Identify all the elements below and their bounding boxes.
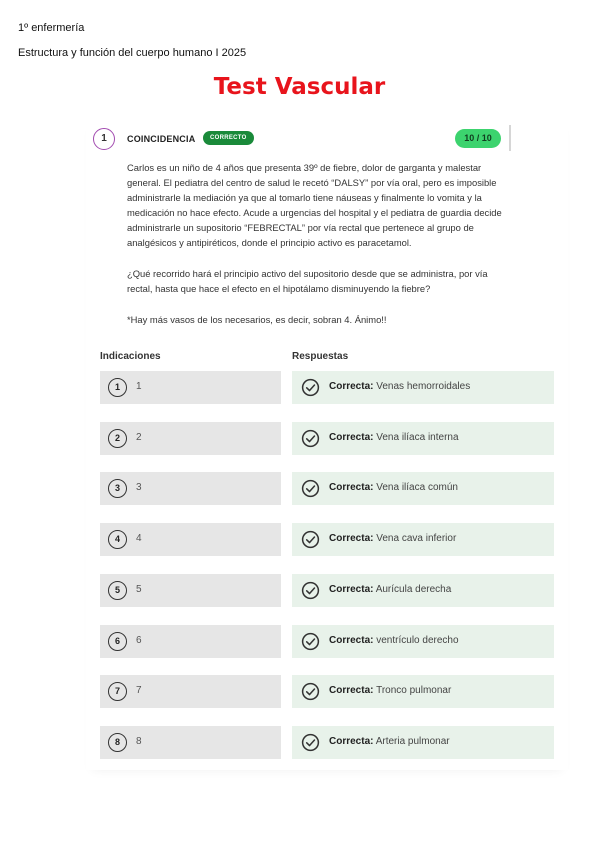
page-title: Test Vascular <box>213 74 386 100</box>
check-circle-icon <box>301 682 320 701</box>
indication-number-circle: 6 <box>108 632 127 651</box>
indication-number-circle: 2 <box>108 429 127 448</box>
indication-label: 8 <box>136 736 142 747</box>
status-badge: CORRECTO <box>203 131 254 145</box>
answer-value: ventrículo derecho <box>376 635 459 646</box>
question-paragraph-case: Carlos es un niño de 4 años que presenta… <box>127 162 502 248</box>
answer-text: Correcta: Vena ilíaca común <box>329 482 458 493</box>
indication-row: 33 <box>100 472 281 505</box>
indication-row: 77 <box>100 675 281 708</box>
indication-label: 6 <box>136 635 142 646</box>
check-circle-icon <box>301 530 320 549</box>
answer-row: Correcta: Venas hemorroidales <box>292 371 554 404</box>
answer-value: Vena ilíaca común <box>376 482 458 493</box>
answer-value: Arteria pulmonar <box>375 736 450 747</box>
answers-header: Respuestas <box>292 351 349 362</box>
indication-label: 3 <box>136 482 142 493</box>
score-divider <box>509 125 511 151</box>
answer-row: Correcta: Tronco pulmonar <box>292 675 554 708</box>
answer-value: Vena cava inferior <box>376 533 457 544</box>
check-circle-icon <box>301 429 320 448</box>
correct-label: Correcta: <box>329 381 374 392</box>
indication-label: 7 <box>136 685 142 696</box>
answer-row: Correcta: ventrículo derecho <box>292 625 554 658</box>
indication-row: 66 <box>100 625 281 658</box>
indication-label: 1 <box>136 381 142 392</box>
indication-row: 88 <box>100 726 281 759</box>
answer-text: Correcta: ventrículo derecho <box>329 635 459 646</box>
correct-label: Correcta: <box>329 533 374 544</box>
check-circle-icon <box>301 479 320 498</box>
answer-row: Correcta: Arteria pulmonar <box>292 726 554 759</box>
document-header-course: 1º enfermería <box>18 22 85 34</box>
indication-label: 2 <box>136 432 142 443</box>
correct-label: Correcta: <box>329 685 374 696</box>
indication-label: 5 <box>136 584 142 595</box>
question-paragraph-note: *Hay más vasos de los necesarios, es dec… <box>127 314 387 325</box>
indication-label: 4 <box>136 533 142 544</box>
indication-row: 22 <box>100 422 281 455</box>
check-circle-icon <box>301 632 320 651</box>
question-number: 1 <box>93 128 115 150</box>
indications-header: Indicaciones <box>100 351 161 362</box>
indication-number-circle: 1 <box>108 378 127 397</box>
correct-label: Correcta: <box>329 482 374 493</box>
indication-row: 11 <box>100 371 281 404</box>
check-circle-icon <box>301 581 320 600</box>
answer-text: Correcta: Arteria pulmonar <box>329 736 450 747</box>
indication-number-circle: 8 <box>108 733 127 752</box>
indication-number-circle: 3 <box>108 479 127 498</box>
answer-value: Aurícula derecha <box>375 584 452 595</box>
answer-text: Correcta: Tronco pulmonar <box>329 685 451 696</box>
check-circle-icon <box>301 733 320 752</box>
indication-row: 55 <box>100 574 281 607</box>
check-circle-icon <box>301 378 320 397</box>
question-type: COINCIDENCIA <box>127 134 196 144</box>
indication-number-circle: 7 <box>108 682 127 701</box>
correct-label: Correcta: <box>329 736 374 747</box>
score-badge: 10 / 10 <box>455 129 501 148</box>
answer-row: Correcta: Vena ilíaca interna <box>292 422 554 455</box>
correct-label: Correcta: <box>329 635 374 646</box>
answer-value: Tronco pulmonar <box>376 685 452 696</box>
answer-row: Correcta: Aurícula derecha <box>292 574 554 607</box>
indication-number-circle: 4 <box>108 530 127 549</box>
answer-row: Correcta: Vena cava inferior <box>292 523 554 556</box>
answer-text: Correcta: Vena cava inferior <box>329 533 456 544</box>
answer-row: Correcta: Vena ilíaca común <box>292 472 554 505</box>
answer-text: Correcta: Aurícula derecha <box>329 584 451 595</box>
correct-label: Correcta: <box>329 584 374 595</box>
indication-number-circle: 5 <box>108 581 127 600</box>
answer-value: Vena ilíaca interna <box>376 432 459 443</box>
question-paragraph-prompt: ¿Qué recorrido hará el principio activo … <box>127 268 488 294</box>
correct-label: Correcta: <box>329 432 374 443</box>
document-header-subject: Estructura y función del cuerpo humano I… <box>18 47 247 59</box>
answer-text: Correcta: Vena ilíaca interna <box>329 432 459 443</box>
answer-value: Venas hemorroidales <box>376 381 471 392</box>
answer-text: Correcta: Venas hemorroidales <box>329 381 470 392</box>
indication-row: 44 <box>100 523 281 556</box>
